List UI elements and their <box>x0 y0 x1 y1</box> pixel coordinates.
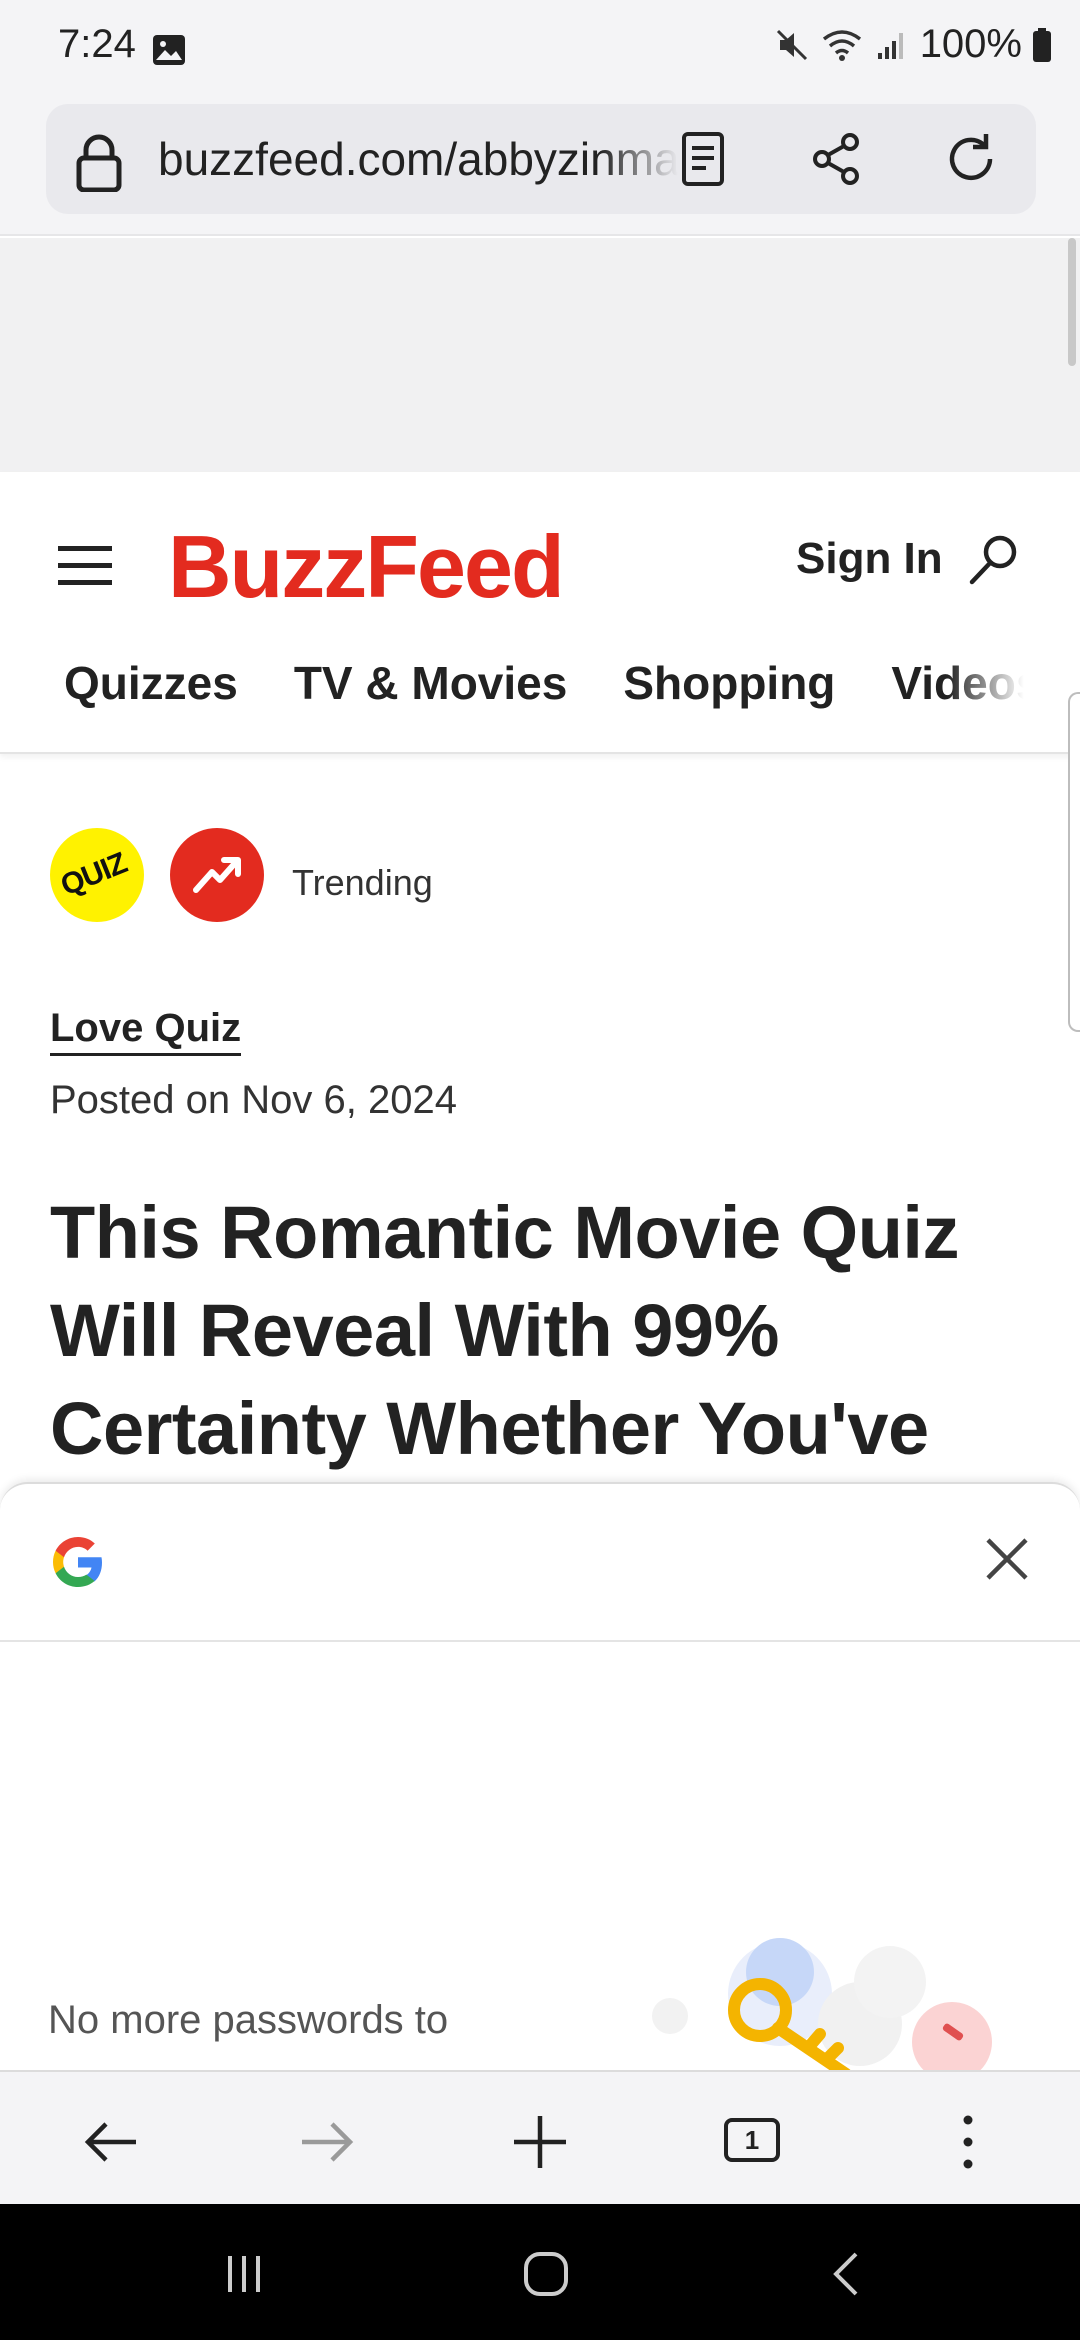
site-header: BuzzFeed Sign In Quizzes TV & Movies Shopp… <box>0 472 1080 754</box>
google-sign-in-sheet: No more passwords to <box>0 1482 1080 2072</box>
category-nav: Quizzes TV & Movies Shopping Videos <box>64 656 1024 720</box>
hamburger-menu-icon[interactable] <box>58 544 112 588</box>
home-icon[interactable] <box>516 2244 576 2304</box>
address-bar[interactable]: buzzfeed.com/abbyzinman/romantic-movie-q… <box>46 104 1036 214</box>
sheet-header <box>0 1484 1080 1642</box>
signal-icon <box>877 32 903 59</box>
url-text[interactable]: buzzfeed.com/abbyzinman/romantic-movie-q… <box>158 132 678 186</box>
more-options-icon[interactable] <box>938 2112 998 2172</box>
mute-icon <box>776 29 807 60</box>
status-bar: 7:24 100% <box>0 0 1080 100</box>
lock-icon[interactable] <box>76 134 122 192</box>
nav-tab-quizzes[interactable]: Quizzes <box>64 656 238 710</box>
status-time: 7:24 <box>58 22 136 66</box>
gallery-notification-icon <box>153 35 185 65</box>
google-logo-icon <box>53 1537 102 1587</box>
reload-icon[interactable] <box>940 128 1002 190</box>
system-back-icon[interactable] <box>818 2244 878 2304</box>
nav-tab-shopping[interactable]: Shopping <box>623 656 835 710</box>
browser-bottom-toolbar: 1 <box>0 2070 1080 2204</box>
side-drawer-handle[interactable] <box>1068 692 1080 1032</box>
key-illustration-icon <box>652 1938 992 2072</box>
quiz-badge-label: QUIZ <box>56 846 132 903</box>
recent-apps-icon[interactable] <box>214 2244 274 2304</box>
nav-tab-videos[interactable]: Videos <box>891 656 1024 710</box>
search-icon[interactable] <box>966 532 1022 588</box>
ad-placeholder <box>0 238 1080 472</box>
share-icon[interactable] <box>806 128 868 190</box>
status-indicators: 100% <box>774 22 1052 67</box>
trending-label[interactable]: Trending <box>292 862 433 904</box>
new-tab-plus-icon[interactable] <box>510 2112 570 2172</box>
quiz-badge[interactable]: QUIZ <box>50 828 144 922</box>
article-headline: This Romantic Movie Quiz Will Reveal Wit… <box>50 1191 960 1470</box>
back-arrow-icon[interactable] <box>82 2112 142 2172</box>
tab-switcher-button[interactable]: 1 <box>724 2118 780 2162</box>
wifi-icon <box>822 29 861 61</box>
sheet-promo-text: No more passwords to <box>48 1998 449 2042</box>
close-icon[interactable] <box>982 1534 1032 1584</box>
reader-mode-icon[interactable] <box>672 128 734 190</box>
page-scrollbar[interactable] <box>1068 238 1076 366</box>
forward-arrow-icon[interactable] <box>296 2112 356 2172</box>
browser-top-bar: buzzfeed.com/abbyzinman/romantic-movie-q… <box>0 100 1080 236</box>
trending-badge[interactable] <box>170 828 264 922</box>
posted-date: Posted on Nov 6, 2024 <box>50 1078 457 1122</box>
nav-tab-tv-movies[interactable]: TV & Movies <box>294 656 568 710</box>
battery-percent: 100% <box>919 22 1022 66</box>
sign-in-link[interactable]: Sign In <box>796 534 943 584</box>
trending-arrow-icon <box>193 857 241 893</box>
android-navigation-bar <box>0 2204 1080 2340</box>
buzzfeed-logo[interactable]: BuzzFeed <box>168 516 565 618</box>
battery-icon <box>1033 27 1051 62</box>
article-category-link[interactable]: Love Quiz <box>50 1006 242 1056</box>
